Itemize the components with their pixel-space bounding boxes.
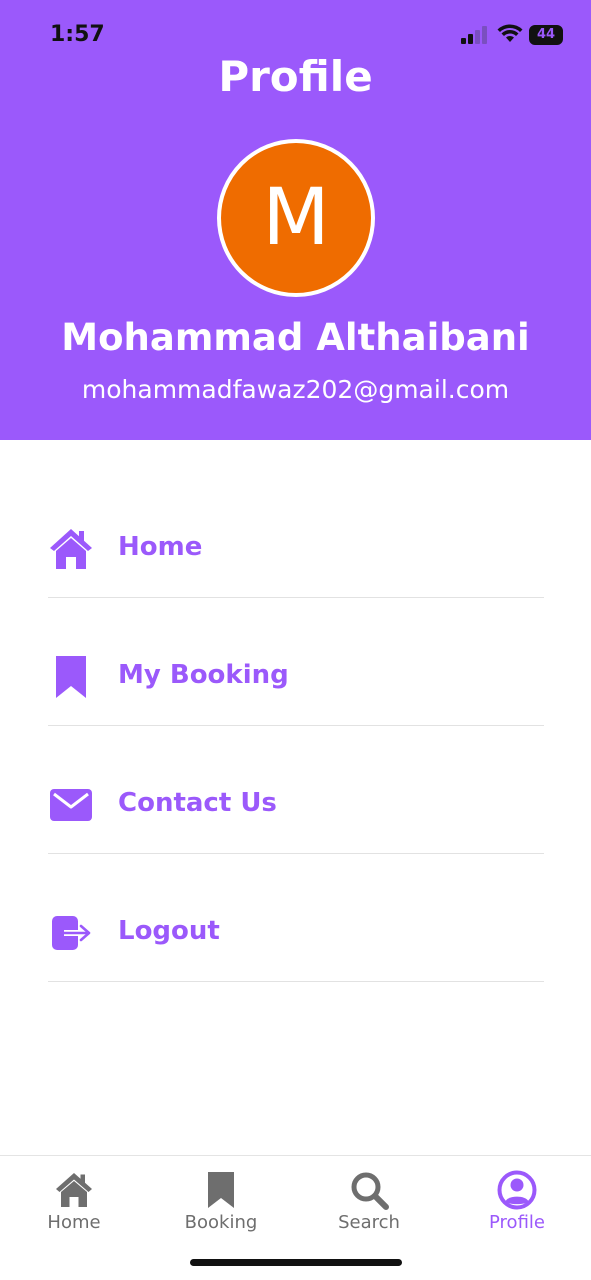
page-title: Profile (218, 52, 373, 101)
tab-label-profile: Profile (489, 1212, 545, 1233)
menu-item-contact-us[interactable]: Contact Us (48, 726, 544, 854)
avatar: M (217, 139, 375, 297)
status-icons: 44 (461, 24, 565, 48)
tab-booking[interactable]: Booking (147, 1156, 295, 1246)
house-icon (56, 1173, 92, 1207)
menu-label-logout: Logout (118, 916, 220, 946)
user-name: Mohammad Althaibani (61, 316, 530, 359)
logout-icon (52, 916, 91, 950)
tab-label-booking: Booking (184, 1212, 258, 1233)
battery-level: 44 (536, 27, 556, 42)
status-time: 1:57 (50, 22, 105, 47)
search-icon (351, 1172, 389, 1210)
menu-item-logout[interactable]: Logout (48, 854, 544, 982)
menu-item-home[interactable]: Home (48, 470, 544, 598)
user-email: mohammadfawaz202@gmail.com (81, 375, 510, 404)
menu-label-home: Home (118, 532, 203, 562)
tab-profile[interactable]: Profile (443, 1156, 591, 1246)
wifi-icon (497, 24, 523, 42)
envelope-icon (50, 789, 92, 821)
avatar-initial: M (262, 173, 330, 263)
cellular-signal-icon (461, 26, 487, 44)
menu-item-my-booking[interactable]: My Booking (48, 598, 544, 726)
house-icon (50, 529, 92, 569)
profile-header: 1:57 44 Profile M Mohammad Althaibani mo… (0, 0, 591, 440)
bookmark-icon (56, 656, 86, 698)
tab-label-search: Search (338, 1212, 400, 1233)
tab-search[interactable]: Search (295, 1156, 443, 1246)
bookmark-icon (208, 1172, 234, 1208)
battery-icon: 44 (529, 25, 563, 45)
menu-label-my-booking: My Booking (118, 660, 289, 690)
home-indicator[interactable] (190, 1259, 402, 1266)
profile-menu: Home My Booking Contact Us Logout (48, 470, 544, 982)
tab-label-home: Home (47, 1212, 101, 1233)
user-circle-icon (497, 1170, 537, 1210)
menu-label-contact-us: Contact Us (118, 788, 277, 818)
tab-home[interactable]: Home (0, 1156, 148, 1246)
